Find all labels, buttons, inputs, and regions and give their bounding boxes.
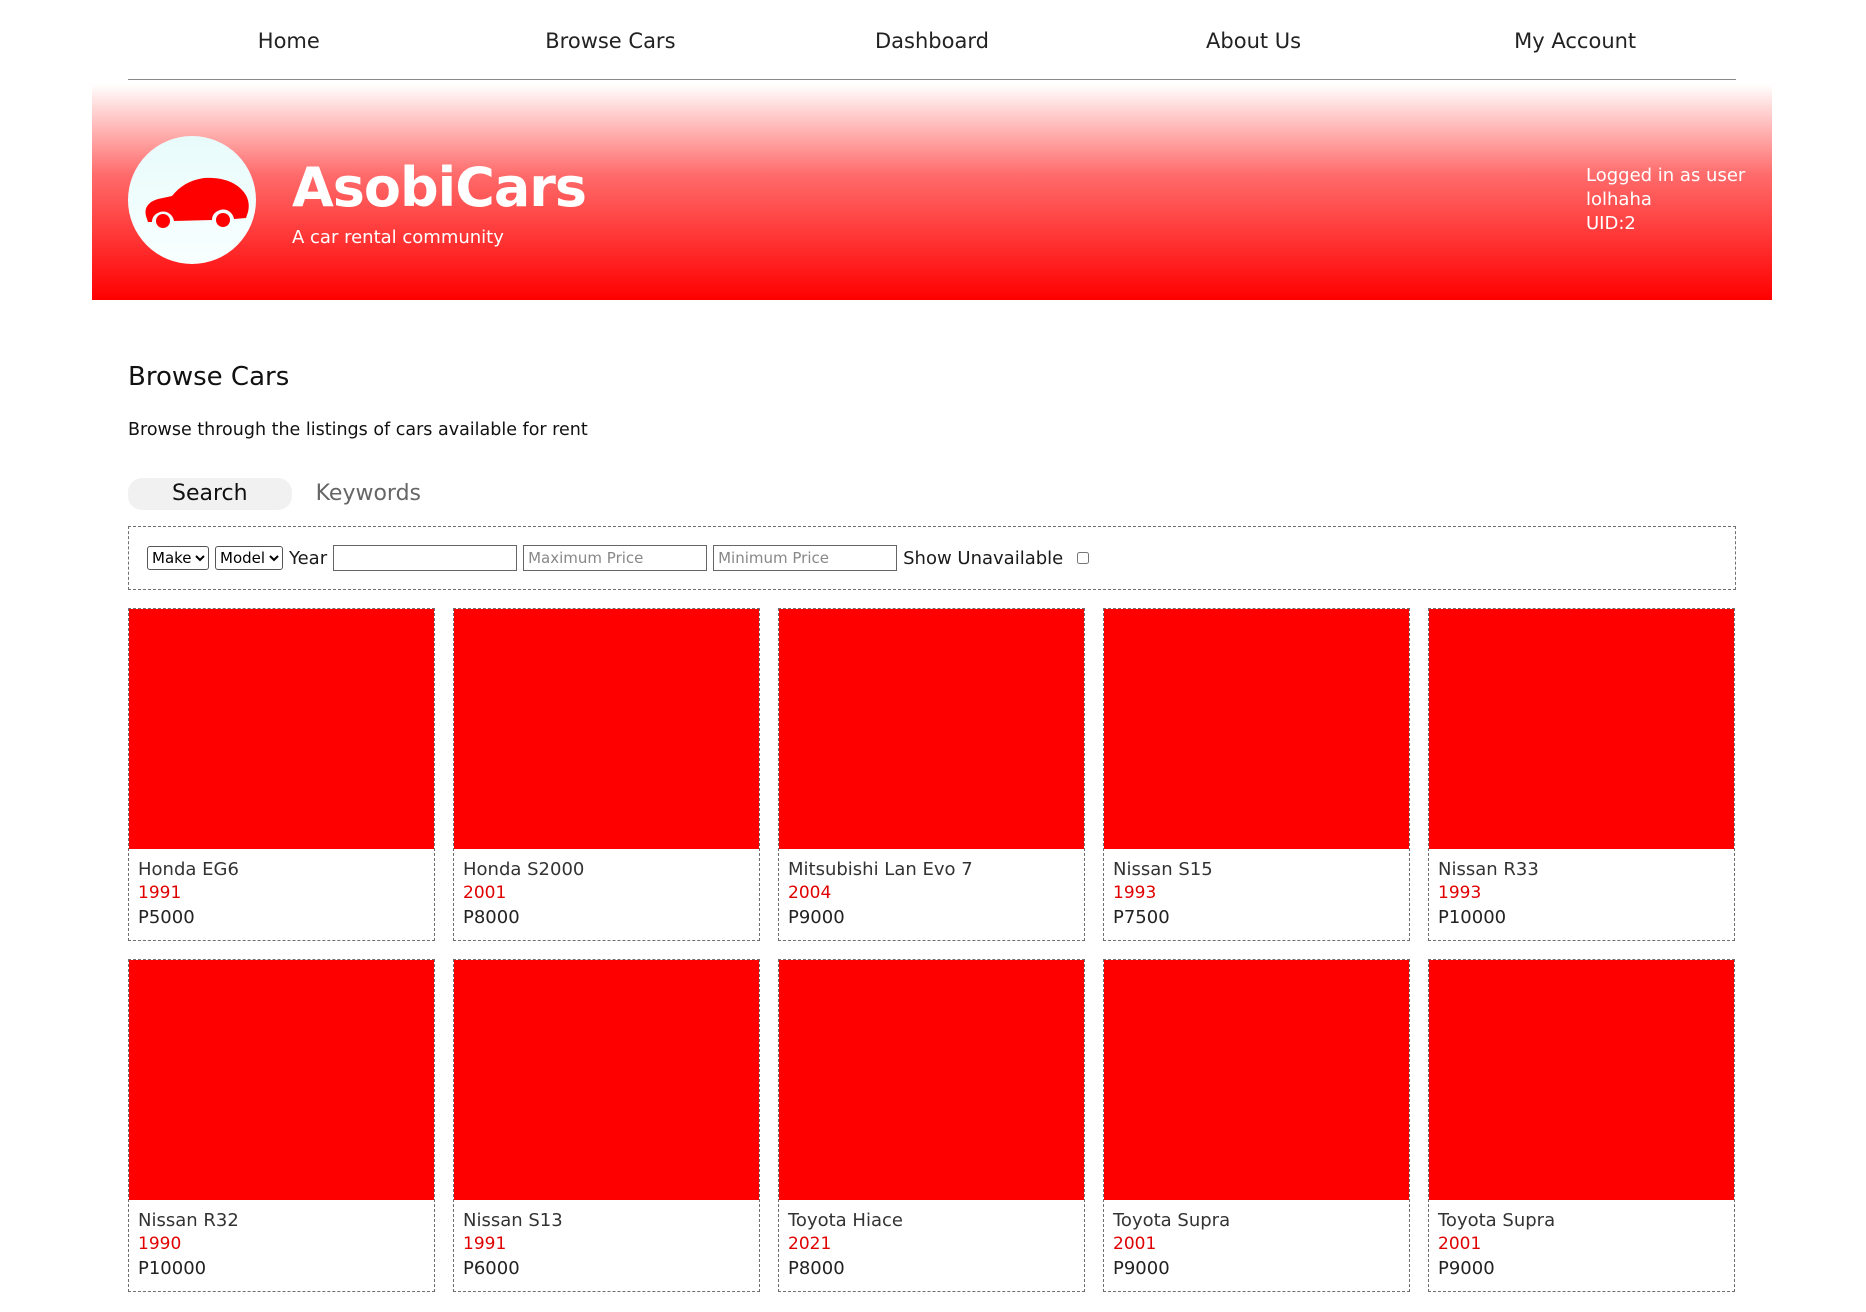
- car-price: P7500: [1113, 907, 1170, 928]
- username: lolhaha: [1586, 189, 1652, 210]
- make-select[interactable]: Make: [147, 546, 209, 570]
- user-uid: UID:2: [1586, 213, 1636, 234]
- year-label: Year: [289, 547, 328, 569]
- car-year: 2021: [788, 1234, 832, 1254]
- car-grid: Honda EG6 1991 P5000 Honda S2000 2001 P8…: [128, 608, 1738, 1292]
- nav-about-us[interactable]: About Us: [1093, 0, 1415, 79]
- car-card[interactable]: Mitsubishi Lan Evo 7 2004 P9000: [778, 608, 1085, 941]
- user-info: Logged in as user lolhaha UID:2: [1586, 164, 1745, 236]
- car-price: P9000: [1438, 1258, 1495, 1279]
- nav-my-account[interactable]: My Account: [1414, 0, 1736, 79]
- car-card[interactable]: Nissan S13 1991 P6000: [453, 959, 760, 1292]
- car-year: 1990: [138, 1234, 182, 1254]
- car-name: Honda EG6: [138, 859, 239, 880]
- car-name: Toyota Supra: [1113, 1210, 1231, 1231]
- car-year: 1993: [1113, 883, 1157, 903]
- car-image: [779, 960, 1084, 1200]
- brand-name: AsobiCars: [292, 156, 587, 219]
- show-unavailable-checkbox[interactable]: [1077, 552, 1090, 564]
- car-name: Nissan S13: [463, 1210, 563, 1231]
- page-description: Browse through the listings of cars avai…: [128, 420, 588, 440]
- car-card[interactable]: Nissan R32 1990 P10000: [128, 959, 435, 1292]
- car-year: 2004: [788, 883, 832, 903]
- car-image: [129, 609, 434, 849]
- car-card[interactable]: Honda S2000 2001 P8000: [453, 608, 760, 941]
- nav-browse-cars[interactable]: Browse Cars: [450, 0, 772, 79]
- nav-home[interactable]: Home: [128, 0, 450, 79]
- car-image: [1104, 960, 1409, 1200]
- car-card[interactable]: Nissan R33 1993 P10000: [1428, 608, 1735, 941]
- car-year: 2001: [463, 883, 507, 903]
- car-name: Mitsubishi Lan Evo 7: [788, 859, 973, 880]
- car-name: Nissan R33: [1438, 859, 1539, 880]
- car-card[interactable]: Toyota Hiace 2021 P8000: [778, 959, 1085, 1292]
- car-image: [454, 609, 759, 849]
- car-card[interactable]: Toyota Supra 2001 P9000: [1428, 959, 1735, 1292]
- show-unavailable-label: Show Unavailable: [903, 547, 1064, 569]
- car-price: P8000: [788, 1258, 845, 1279]
- car-price: P8000: [463, 907, 520, 928]
- car-price: P10000: [1438, 907, 1507, 928]
- car-price: P6000: [463, 1258, 520, 1279]
- car-image: [1429, 960, 1734, 1200]
- car-year: 1991: [138, 883, 182, 903]
- car-card[interactable]: Toyota Supra 2001 P9000: [1103, 959, 1410, 1292]
- car-card[interactable]: Nissan S15 1993 P7500: [1103, 608, 1410, 941]
- car-image: [1429, 609, 1734, 849]
- search-tabs: Search Keywords: [128, 478, 465, 510]
- max-price-input[interactable]: [523, 545, 708, 571]
- car-price: P9000: [1113, 1258, 1170, 1279]
- car-name: Nissan R32: [138, 1210, 239, 1231]
- car-year: 2001: [1113, 1234, 1157, 1254]
- brand-tagline: A car rental community: [292, 227, 504, 248]
- car-silhouette-icon: [145, 177, 249, 228]
- car-card[interactable]: Honda EG6 1991 P5000: [128, 608, 435, 941]
- car-price: P5000: [138, 907, 195, 928]
- car-image: [129, 960, 434, 1200]
- car-image: [454, 960, 759, 1200]
- header-banner: AsobiCars A car rental community Logged …: [92, 84, 1772, 300]
- page-title: Browse Cars: [128, 362, 290, 392]
- car-name: Toyota Hiace: [788, 1210, 903, 1231]
- car-name: Nissan S15: [1113, 859, 1213, 880]
- tab-keywords[interactable]: Keywords: [292, 478, 465, 510]
- logo[interactable]: [128, 136, 256, 264]
- top-nav: Home Browse Cars Dashboard About Us My A…: [128, 0, 1736, 80]
- min-price-input[interactable]: [713, 545, 898, 571]
- model-select[interactable]: Model: [215, 546, 283, 570]
- nav-dashboard[interactable]: Dashboard: [771, 0, 1093, 79]
- car-name: Toyota Supra: [1438, 1210, 1556, 1231]
- car-year: 1991: [463, 1234, 507, 1254]
- car-price: P9000: [788, 907, 845, 928]
- year-input[interactable]: [333, 545, 518, 571]
- car-name: Honda S2000: [463, 859, 585, 880]
- tab-search[interactable]: Search: [128, 478, 292, 510]
- logged-in-label: Logged in as user: [1586, 165, 1746, 186]
- car-image: [779, 609, 1084, 849]
- car-price: P10000: [138, 1258, 207, 1279]
- car-year: 2001: [1438, 1234, 1482, 1254]
- car-image: [1104, 609, 1409, 849]
- filter-bar: Make Model Year Show Unavailable: [128, 526, 1736, 590]
- car-year: 1993: [1438, 883, 1482, 903]
